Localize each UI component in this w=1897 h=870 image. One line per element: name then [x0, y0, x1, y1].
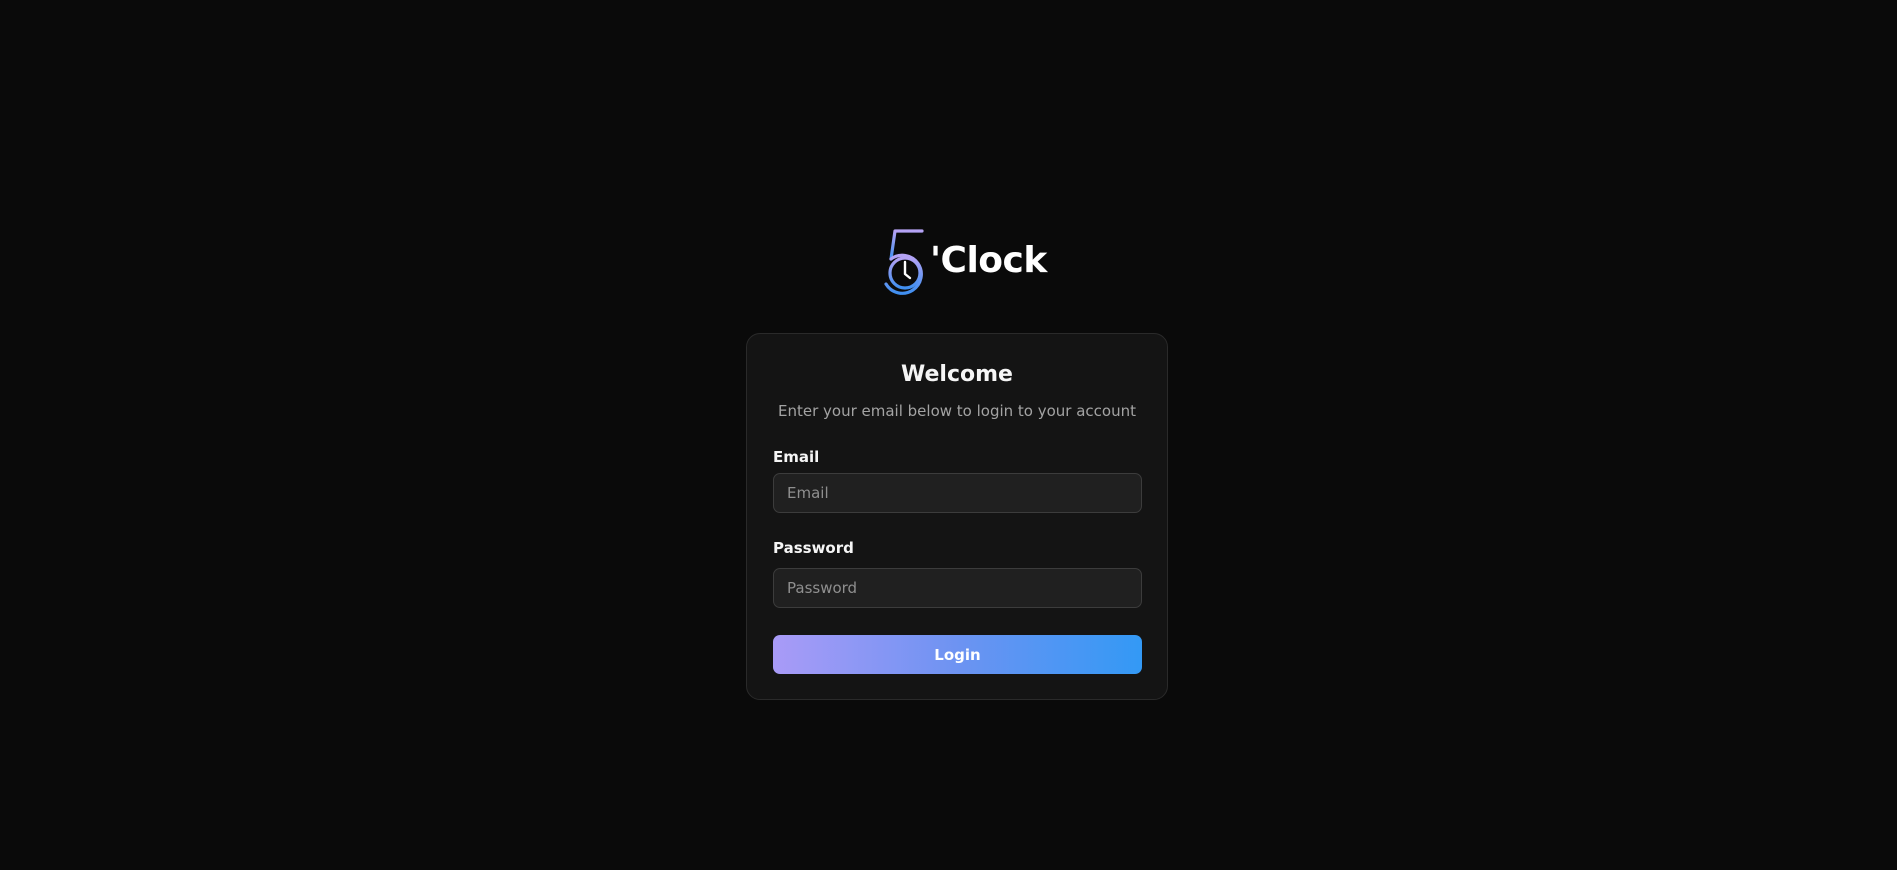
email-field[interactable] [773, 473, 1142, 513]
password-label: Password [773, 539, 854, 557]
clock-five-icon [884, 229, 924, 295]
brand-logo: 'Clock [878, 226, 1047, 298]
email-label: Email [773, 448, 820, 466]
login-button[interactable]: Login [773, 635, 1142, 674]
card-title: Welcome [901, 362, 1013, 387]
login-page: 'Clock Welcome Enter your email below to… [0, 0, 1897, 870]
login-card: Welcome Enter your email below to login … [746, 333, 1168, 700]
card-subtitle: Enter your email below to login to your … [777, 402, 1136, 420]
brand-wordmark: 'Clock [930, 240, 1047, 281]
password-field[interactable] [773, 568, 1142, 608]
